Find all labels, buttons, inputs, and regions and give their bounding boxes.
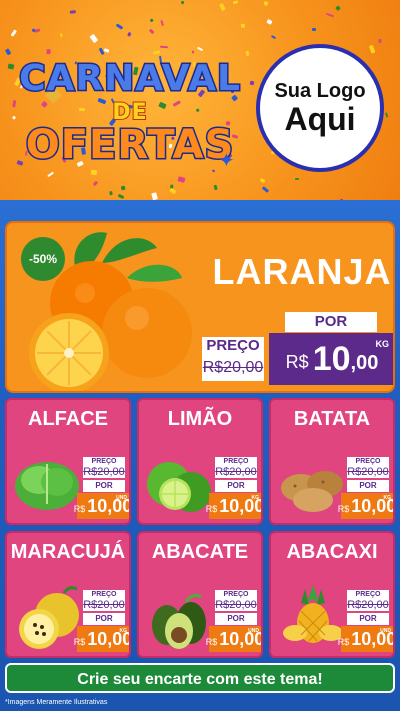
product-card[interactable]: LIMÃO PREÇO R$20,00 POR R$ 10,00 KG (137, 398, 263, 525)
old-price: R$20,00 (83, 599, 125, 611)
hero-unit: KG (375, 339, 390, 349)
unit-label: UND (380, 628, 391, 634)
hero-offer-card[interactable]: -50% LARANJA PREÇO R$20,00 POR R$ 10 ,00… (5, 221, 395, 393)
hero-price-dec: ,00 (350, 352, 379, 374)
product-name: MARACUJÁ (10, 541, 126, 563)
unit-label: KG (119, 628, 128, 634)
cta-banner[interactable]: Crie seu encarte com este tema! (5, 663, 395, 693)
product-name: LIMÃO (167, 408, 233, 430)
old-price: R$20,00 (347, 466, 389, 478)
por-label: POR (83, 613, 125, 625)
logo-placeholder[interactable]: Sua Logo Aqui (256, 44, 384, 172)
new-price: R$ 10,00 UND (337, 626, 393, 652)
carnival-fan-icon: ✦ (218, 148, 235, 172)
product-card[interactable]: ABACAXI PREÇO R$20,00 POR R$ 10,00 UND (269, 531, 395, 658)
por-label: POR (215, 613, 257, 625)
unit-label: UND (248, 628, 259, 634)
unit-label: KG (383, 495, 392, 501)
old-price: R$20,00 (83, 466, 125, 478)
unit-label: UND (116, 495, 127, 501)
logo-line-1: Sua Logo (274, 79, 366, 102)
product-name: ABACAXI (286, 541, 378, 563)
currency: R$ (73, 637, 86, 647)
product-card[interactable]: ABACATE PREÇO R$20,00 POR R$ 10,00 UND (137, 531, 263, 658)
hero-old-price: R$20,00 (202, 355, 264, 381)
por-label: POR (347, 480, 389, 492)
old-price: R$20,00 (215, 466, 257, 478)
currency: R$ (73, 504, 86, 514)
new-price: R$ 10,00 KG (73, 626, 129, 652)
hero-new-price: R$ 10 ,00 KG (269, 333, 393, 385)
campaign-title: ◆ CARNAVAL DE OFERTAS ✦ (10, 40, 250, 180)
por-label: POR (347, 613, 389, 625)
disclaimer-text: *Imagens Meramente Ilustrativas (5, 699, 108, 706)
unit-label: KG (251, 495, 260, 501)
product-name: ALFACE (28, 408, 108, 430)
product-card[interactable]: MARACUJÁ PREÇO R$20,00 POR R$ 10,00 KG (5, 531, 131, 658)
new-price: R$ 10,00 UND (205, 626, 261, 652)
product-card[interactable]: ALFACE PREÇO R$20,00 POR R$ 10,00 UND (5, 398, 131, 525)
product-card[interactable]: BATATA PREÇO R$20,00 POR R$ 10,00 KG (269, 398, 395, 525)
hero-currency: R$ (285, 352, 309, 372)
hero-price-label: PREÇO (202, 337, 264, 355)
por-label: POR (215, 480, 257, 492)
product-name: ABACATE (151, 541, 249, 563)
hero-por-label: POR (285, 312, 377, 332)
new-price: R$ 10,00 KG (337, 493, 393, 519)
currency: R$ (205, 504, 218, 514)
title-line-3: OFERTAS (24, 121, 235, 170)
title-line-1: CARNAVAL (18, 57, 242, 101)
currency: R$ (205, 637, 218, 647)
por-label: POR (83, 480, 125, 492)
logo-line-2: Aqui (284, 100, 356, 137)
new-price: R$ 10,00 KG (205, 493, 261, 519)
currency: R$ (337, 637, 350, 647)
old-price: R$20,00 (215, 599, 257, 611)
currency: R$ (337, 504, 350, 514)
hero-price-int: 10 (312, 340, 351, 378)
product-name: BATATA (293, 408, 371, 430)
hero-product-name: LARANJA (212, 251, 392, 292)
new-price: R$ 10,00 UND (73, 493, 129, 519)
old-price: R$20,00 (347, 599, 389, 611)
discount-badge: -50% (21, 237, 65, 281)
